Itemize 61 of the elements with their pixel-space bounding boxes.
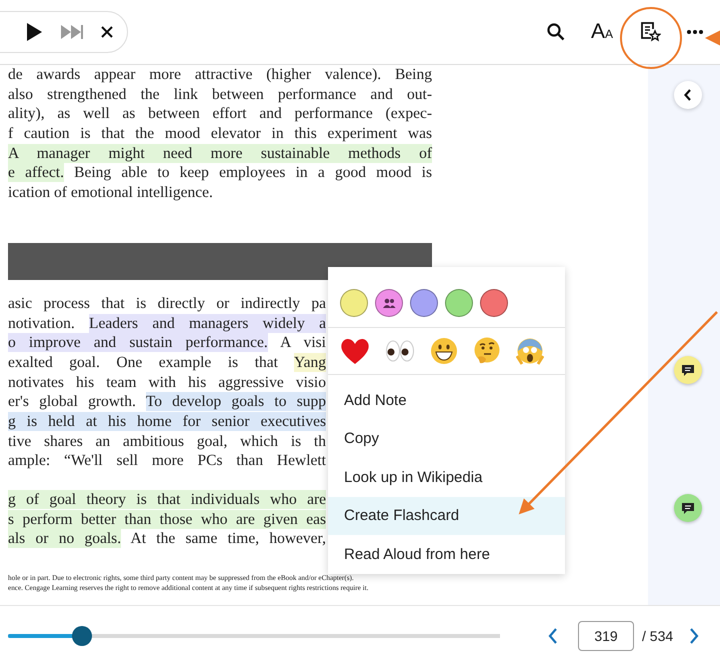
collapse-button[interactable]: [674, 81, 702, 109]
highlight-color-swatch[interactable]: [480, 289, 508, 317]
text-line: notivates his team with his aggressive visio: [8, 374, 326, 391]
text-line: ample: “We'll sell more PCs than Hewlett: [8, 452, 326, 470]
font-size-button[interactable]: AA: [590, 20, 613, 44]
menu-item[interactable]: Read Aloud from here: [328, 535, 565, 574]
chevron-left-icon: [684, 89, 692, 101]
text-line: exalted goal. One example is that: [8, 354, 279, 371]
text-line: A visi: [279, 334, 326, 352]
highlighted-text[interactable]: s perform better than those who are given eas: [8, 510, 326, 529]
note-marker[interactable]: [674, 494, 702, 522]
flashcard-star-icon[interactable]: [639, 21, 661, 43]
text-line: Being able to keep employees in a good mood is: [73, 164, 432, 182]
menu-item[interactable]: Copy: [328, 420, 565, 458]
screaming-face-icon[interactable]: [516, 337, 544, 365]
text-line: asic process that is directly or indirectly pa: [8, 294, 326, 312]
highlighted-text[interactable]: g is held at his home for senior executives: [8, 412, 326, 431]
previous-page-icon[interactable]: [548, 628, 558, 644]
text-line: notivation.: [8, 314, 76, 332]
text-line: ality), as well as between effort and performance (expec-: [8, 105, 432, 122]
people-icon: [382, 298, 396, 308]
annotation-circle: [620, 7, 682, 69]
text-line: de awards appear more attractive (higher valence). Being: [8, 66, 432, 83]
highlighted-text[interactable]: e affect.: [8, 163, 64, 182]
highlighted-text[interactable]: A manager might need more sustainable methods of: [8, 144, 432, 163]
highlighted-text[interactable]: Yang: [294, 352, 326, 372]
thinking-face-icon[interactable]: [473, 337, 501, 365]
speech-bubble-icon: [681, 364, 695, 376]
text-line: tive shares an ambitious goal, which is th: [8, 432, 326, 450]
highlighted-text[interactable]: To develop goals to supp: [146, 392, 326, 412]
play-icon[interactable]: [25, 22, 43, 42]
highlight-color-swatch[interactable]: [445, 289, 473, 317]
highlighted-text[interactable]: o improve and sustain performance.: [8, 333, 268, 352]
skip-forward-icon[interactable]: [61, 25, 83, 39]
text-line: f caution is that the mood elevator in this experiment was: [8, 125, 432, 142]
text-line: ication of emotional intelligence.: [8, 184, 213, 202]
highlight-color-swatch[interactable]: [375, 289, 403, 317]
text-line: er's global growth.: [8, 393, 137, 410]
page-total: / 534: [642, 628, 674, 644]
next-page-icon[interactable]: [689, 628, 700, 644]
search-icon[interactable]: [546, 23, 565, 41]
eyes-icon[interactable]: [385, 340, 415, 362]
close-icon[interactable]: [101, 26, 113, 38]
text-line: At the same time, however,: [130, 530, 326, 548]
more-icon[interactable]: [687, 30, 703, 34]
highlight-color-swatch[interactable]: [340, 289, 368, 317]
highlighted-text[interactable]: als or no goals.: [8, 529, 122, 548]
heart-icon[interactable]: [340, 337, 370, 365]
highlighted-text[interactable]: Leaders and managers widely a: [89, 314, 326, 332]
menu-item[interactable]: Look up in Wikipedia: [328, 458, 565, 496]
highlight-color-swatch[interactable]: [410, 289, 438, 317]
highlighted-text[interactable]: g of goal theory is that individuals who are: [8, 490, 326, 509]
slider-thumb[interactable]: [72, 626, 92, 646]
speech-bubble-icon: [681, 502, 695, 514]
annotation-arrow: [705, 29, 720, 47]
menu-item[interactable]: Create Flashcard: [328, 496, 565, 535]
menu-item[interactable]: Add Note: [328, 381, 565, 420]
note-marker[interactable]: [674, 356, 702, 384]
page-number-field[interactable]: 319: [578, 620, 634, 650]
grinning-face-icon[interactable]: [430, 337, 458, 365]
text-line: also strengthened the link between performance and out-: [8, 86, 432, 103]
